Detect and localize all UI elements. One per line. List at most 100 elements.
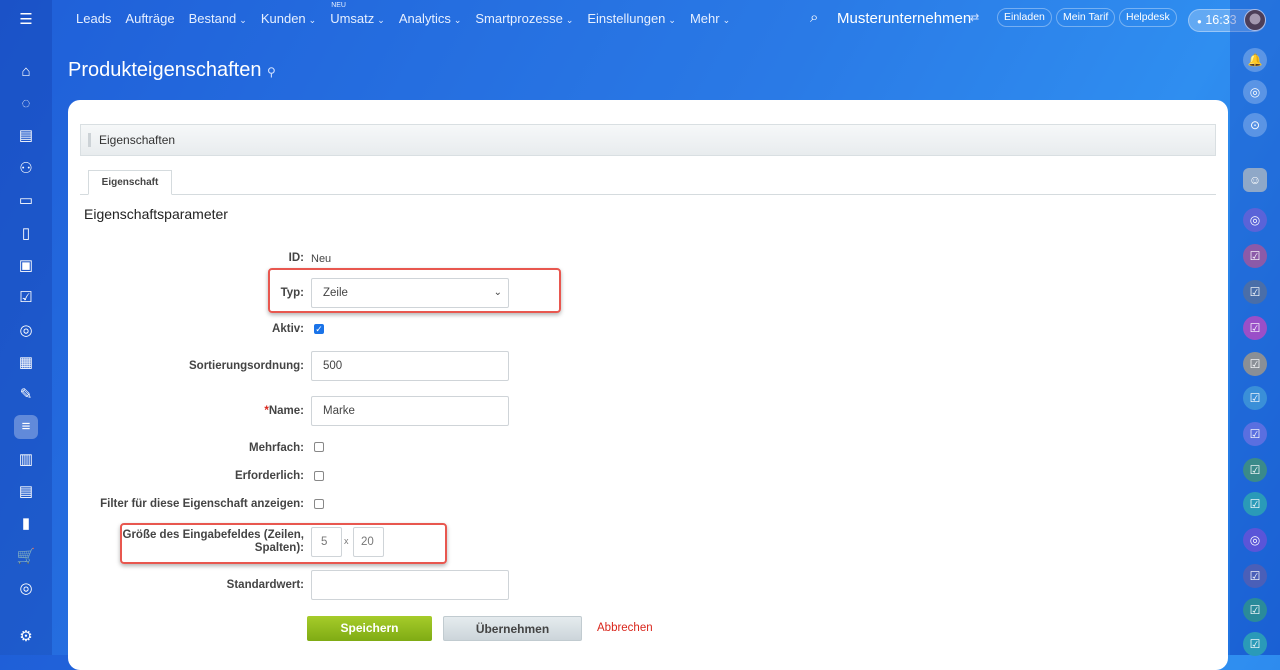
type-value: Zeile [323, 287, 348, 299]
contacts-icon[interactable]: ⚇ [14, 157, 38, 181]
cart-icon[interactable]: 🛒 [14, 545, 38, 569]
target-icon[interactable]: ◎ [14, 577, 38, 601]
cols-input[interactable]: 20 [353, 527, 384, 557]
chat-icon[interactable]: ◎ [14, 319, 38, 343]
task-chat-icon[interactable]: ☑ [1243, 632, 1267, 656]
name-label: *Name: [264, 405, 304, 417]
multiple-label: Mehrfach: [249, 442, 304, 454]
nav-analytics[interactable]: Analytics ⌄ [399, 11, 462, 26]
crm-icon[interactable]: ▭ [14, 189, 38, 213]
id-value: Neu [311, 253, 332, 265]
documents-icon[interactable]: ▯ [14, 222, 38, 246]
nav-label: Smartprozesse [475, 11, 563, 26]
chat-icon[interactable]: ◎ [1243, 208, 1267, 232]
main-nav: Leads Aufträge Bestand ⌄ Kunden ⌄ NEU Umsat… [76, 2, 744, 26]
user-avatar-icon[interactable]: ☺ [1243, 168, 1267, 192]
default-label: Standardwert: [226, 579, 304, 591]
content-card: Eigenschaften Eigenschaft Eigenschaftspa… [68, 100, 1228, 670]
search-icon[interactable]: ⌕ [810, 9, 818, 26]
tab-divider [80, 194, 1216, 195]
task-chat-icon[interactable]: ☑ [1243, 564, 1267, 588]
copilot-icon[interactable]: ◎ [1243, 80, 1267, 104]
catalog-icon[interactable]: ≡ [14, 415, 38, 439]
store-icon[interactable]: ▥ [14, 448, 38, 472]
task-chat-icon[interactable]: ☑ [1243, 422, 1267, 446]
nav-auftraege[interactable]: Aufträge [125, 11, 174, 26]
tab-eigenschaft[interactable]: Eigenschaft [88, 170, 172, 195]
nav-einstellungen[interactable]: Einstellungen ⌄ [587, 11, 676, 26]
size-separator: x [344, 536, 349, 546]
size-label-line: Spalten): [254, 542, 304, 554]
active-label: Aktiv: [272, 323, 304, 335]
right-sidebar: 🔔 ◎ ⊙ ☺ ◎ ☑ ☑ ☑ ☑ ☑ ☑ ☑ ☑ ◎ ☑ ☑ ☑ [1230, 0, 1280, 656]
chevron-down-icon: ⌄ [565, 15, 574, 25]
default-input[interactable] [311, 570, 509, 600]
nav-label: Einstellungen [587, 11, 666, 26]
rows-input[interactable]: 5 [311, 527, 342, 557]
nav-umsatz[interactable]: NEU Umsatz ⌄ [330, 2, 385, 26]
chevron-down-icon: ⌄ [239, 15, 247, 25]
settings-sliders-icon[interactable]: ⇄ [970, 11, 979, 24]
checklist-icon[interactable]: ☑ [14, 286, 38, 310]
task-chat-icon[interactable]: ☑ [1243, 352, 1267, 376]
task-chat-icon[interactable]: ☑ [1243, 316, 1267, 340]
active-checkbox[interactable]: ✓ [314, 324, 324, 334]
nav-label: Kunden [260, 11, 306, 26]
size-label-line: Größe des Eingabefeldes (Zeilen, [122, 529, 305, 541]
settings-icon[interactable]: ⚙ [14, 625, 38, 649]
calendar-icon[interactable]: ▦ [14, 351, 38, 375]
sort-input[interactable]: 500 [311, 351, 509, 381]
save-button[interactable]: Speichern [307, 616, 432, 641]
helpdesk-button[interactable]: Helpdesk [1119, 8, 1177, 27]
name-label-text: Name: [268, 405, 304, 417]
nav-leads[interactable]: Leads [76, 11, 111, 26]
pin-icon[interactable]: ⚲ [267, 65, 276, 79]
chevron-down-icon: ⌄ [668, 15, 676, 25]
cancel-link[interactable]: Abbrechen [597, 622, 653, 634]
search-chat-icon[interactable]: ⊙ [1243, 113, 1267, 137]
required-checkbox[interactable] [314, 471, 324, 481]
panel-header: Eigenschaften [80, 124, 1216, 156]
task-chat-icon[interactable]: ☑ [1243, 492, 1267, 516]
nav-label: Analytics [398, 11, 451, 26]
tasks-icon[interactable]: ▤ [14, 124, 38, 148]
top-bar: Leads Aufträge Bestand ⌄ Kunden ⌄ NEU Umsat… [0, 0, 1280, 40]
task-chat-icon[interactable]: ☑ [1243, 598, 1267, 622]
nav-kunden[interactable]: Kunden ⌄ [261, 11, 316, 26]
new-badge: NEU [331, 2, 346, 9]
analytics-icon[interactable]: ▮ [14, 512, 38, 536]
left-sidebar: ☰ ⌂ ◌ ▤ ⚇ ▭ ▯ ▣ ☑ ◎ ▦ ✎ ≡ ▥ ▤ ▮ 🛒 ◎ ⚙ [0, 0, 52, 655]
invite-button[interactable]: Einladen [997, 8, 1052, 27]
task-chat-icon[interactable]: ☑ [1243, 458, 1267, 482]
chevron-down-icon: ⌄ [493, 287, 502, 298]
required-label: Erforderlich: [234, 470, 304, 482]
sites-icon[interactable]: ▣ [14, 254, 38, 278]
card-icon[interactable]: ▤ [14, 480, 38, 504]
task-chat-icon[interactable]: ☑ [1243, 280, 1267, 304]
sign-icon[interactable]: ✎ [14, 383, 38, 407]
chevron-down-icon: ⌄ [377, 15, 385, 25]
home-icon[interactable]: ⌂ [14, 60, 38, 84]
company-name[interactable]: Musterunternehmen [837, 10, 971, 27]
type-select[interactable]: Zeile ⌄ [311, 278, 509, 308]
task-chat-icon[interactable]: ☑ [1243, 386, 1267, 410]
bell-icon[interactable]: 🔔 [1243, 48, 1267, 72]
size-label: Größe des Eingabefeldes (Zeilen, Spalten)… [123, 529, 305, 555]
filter-checkbox[interactable] [314, 499, 324, 509]
filter-label: Filter für diese Eigenschaft anzeigen: [100, 498, 304, 510]
chat-icon[interactable]: ◎ [1243, 528, 1267, 552]
chevron-down-icon: ⌄ [453, 15, 462, 25]
task-chat-icon[interactable]: ☑ [1243, 244, 1267, 268]
multiple-checkbox[interactable] [314, 442, 324, 452]
page-title-text: Produkteigenschaften [68, 59, 262, 81]
chevron-down-icon: ⌄ [722, 15, 731, 25]
chevron-down-icon: ⌄ [308, 15, 317, 25]
name-input[interactable]: Marke [311, 396, 509, 426]
nav-bestand[interactable]: Bestand ⌄ [189, 11, 247, 26]
tariff-button[interactable]: Mein Tarif [1056, 8, 1116, 27]
nav-mehr[interactable]: Mehr ⌄ [690, 11, 730, 26]
nav-smartprozesse[interactable]: Smartprozesse ⌄ [475, 11, 573, 26]
id-label: ID: [288, 252, 304, 264]
feed-icon[interactable]: ◌ [14, 92, 38, 116]
apply-button[interactable]: Übernehmen [443, 616, 582, 641]
